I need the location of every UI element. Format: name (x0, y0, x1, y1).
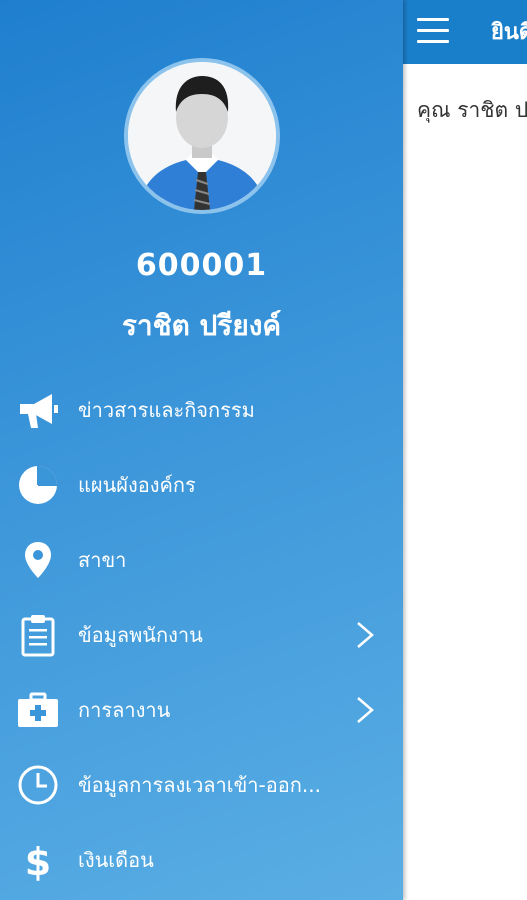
svg-text:$: $ (25, 840, 51, 882)
hamburger-icon[interactable] (417, 18, 449, 44)
menu-label: สาขา (78, 548, 127, 572)
dollar-icon: $ (16, 838, 60, 882)
user-avatar-icon (128, 62, 276, 210)
clipboard-icon (16, 613, 60, 657)
app-bar-title: ยินดีต้อนรับ (491, 20, 527, 45)
menu-label: เงินเดือน (78, 848, 154, 872)
menu-item-time-attendance[interactable]: ข้อมูลการลงเวลาเข้า-ออก... (0, 755, 403, 815)
greeting-text: คุณ ราชิต ปรียงค์ (417, 98, 527, 122)
menu-label: ข้อมูลพนักงาน (78, 623, 203, 647)
menu-item-employee-info[interactable]: ข้อมูลพนักงาน (0, 605, 403, 665)
medical-kit-icon (16, 688, 60, 732)
map-pin-icon (16, 538, 60, 582)
navigation-drawer: 600001 ราชิต ปรียงค์ ข่าวสารและกิจกรรม แ… (0, 0, 403, 900)
menu-item-salary[interactable]: $ เงินเดือน (0, 830, 403, 890)
megaphone-icon (16, 388, 60, 432)
avatar[interactable] (124, 58, 280, 214)
menu-label: แผนผังองค์กร (78, 473, 196, 497)
menu-label: ข่าวสารและกิจกรรม (78, 398, 255, 422)
menu-item-leave[interactable]: การลางาน (0, 680, 403, 740)
pie-chart-icon (16, 463, 60, 507)
chevron-right-icon (357, 697, 374, 723)
user-name: ราชิต ปรียงค์ (121, 309, 282, 342)
user-id: 600001 (135, 248, 268, 283)
menu-label: ข้อมูลการลงเวลาเข้า-ออก... (78, 773, 321, 797)
menu-label: การลางาน (78, 698, 171, 722)
app-bar: ยินดีต้อนรับ (403, 0, 527, 64)
main-content: คุณ ราชิต ปรียงค์ (403, 64, 527, 900)
chevron-right-icon (357, 622, 374, 648)
menu-item-news[interactable]: ข่าวสารและกิจกรรม (0, 380, 403, 440)
clock-icon (16, 763, 60, 807)
menu-item-branch[interactable]: สาขา (0, 530, 403, 590)
menu-item-org-chart[interactable]: แผนผังองค์กร (0, 455, 403, 515)
